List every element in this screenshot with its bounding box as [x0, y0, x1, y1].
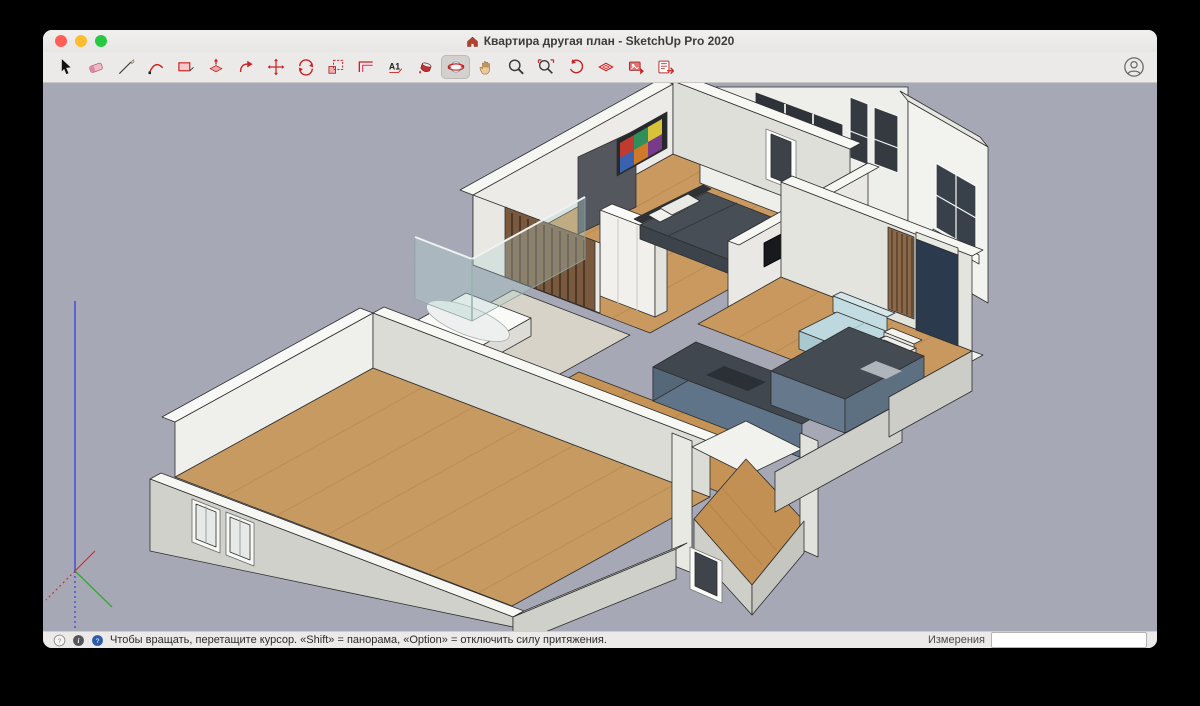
arc-icon [148, 63, 163, 75]
export-image-icon [628, 61, 644, 75]
window-title: Квартира другая план - SketchUp Pro 2020 [466, 34, 735, 48]
minimize-button[interactable] [75, 35, 87, 47]
question-circle-icon[interactable]: ? [91, 634, 104, 647]
pan-tool-button[interactable] [471, 55, 500, 79]
paint-bucket-tool-button[interactable] [411, 55, 440, 79]
previous-view-icon [569, 59, 583, 74]
send-to-layout-icon [657, 60, 674, 75]
zoom-extents-tool-button[interactable] [531, 55, 560, 79]
pan-icon [479, 61, 490, 75]
close-button[interactable] [55, 35, 67, 47]
offset-icon [358, 61, 373, 72]
zoom-icon [508, 59, 524, 75]
traffic-lights [55, 35, 107, 47]
info-circle-icon[interactable]: i [72, 634, 85, 647]
model-axes [45, 301, 113, 631]
eraser-icon [88, 62, 103, 73]
text-tool-button[interactable]: A1 [381, 55, 410, 79]
text-icon: A1 [388, 62, 402, 73]
sketchup-window: Квартира другая план - SketchUp Pro 2020… [43, 30, 1157, 648]
rectangle-icon [177, 62, 194, 72]
zoom-window-button[interactable] [95, 35, 107, 47]
status-hint: Чтобы вращать, перетащите курсор. «Shift… [110, 634, 607, 646]
scale-icon [328, 59, 343, 74]
svg-text:A1: A1 [388, 62, 399, 72]
measurements-label: Измерения [927, 634, 985, 646]
zoom-tool-button[interactable] [501, 55, 530, 79]
toolbar-tools: A1 [51, 55, 680, 79]
send-to-layout-tool-button[interactable] [651, 55, 680, 79]
push-pull-icon [208, 58, 223, 73]
orbit-tool-button[interactable] [441, 55, 470, 79]
svg-text:?: ? [58, 637, 62, 644]
offset-tool-button[interactable] [351, 55, 380, 79]
push-pull-tool-button[interactable] [201, 55, 230, 79]
apartment-model-canvas[interactable] [43, 83, 1157, 631]
svg-text:i: i [78, 637, 80, 644]
move-icon [267, 58, 284, 76]
orbit-icon [447, 61, 464, 73]
user-circle-icon [1124, 57, 1144, 77]
paint-bucket-icon [418, 62, 431, 74]
select-icon [61, 59, 71, 75]
section-plane-tool-button[interactable] [591, 55, 620, 79]
document-house-icon [466, 36, 478, 47]
follow-me-tool-button[interactable] [231, 55, 260, 79]
select-tool-button[interactable] [51, 55, 80, 79]
account-button[interactable] [1123, 56, 1145, 78]
line-icon [118, 59, 134, 75]
shower-glass [414, 236, 473, 322]
line-tool-button[interactable] [111, 55, 140, 79]
accent-wall [915, 238, 959, 347]
export-image-tool-button[interactable] [621, 55, 650, 79]
arc-tool-button[interactable] [141, 55, 170, 79]
apartment-model [45, 83, 989, 631]
svg-text:?: ? [96, 637, 100, 644]
previous-view-tool-button[interactable] [561, 55, 590, 79]
rotate-tool-button[interactable] [291, 55, 320, 79]
follow-me-icon [239, 60, 253, 73]
titlebar[interactable]: Квартира другая план - SketchUp Pro 2020 [43, 30, 1157, 52]
measurements-input[interactable] [991, 632, 1147, 648]
status-bar: ? i ? Чтобы вращать, перетащите курсор. … [43, 631, 1157, 648]
zoom-extents-icon [537, 59, 554, 74]
eraser-tool-button[interactable] [81, 55, 110, 79]
section-plane-icon [597, 62, 614, 72]
scale-tool-button[interactable] [321, 55, 350, 79]
rectangle-tool-button[interactable] [171, 55, 200, 79]
viewport-3d[interactable] [43, 83, 1157, 631]
screen: Квартира другая план - SketchUp Pro 2020… [0, 0, 1200, 706]
toolbar: A1 [43, 52, 1157, 83]
window-title-text: Квартира другая план - SketchUp Pro 2020 [483, 34, 735, 48]
move-tool-button[interactable] [261, 55, 290, 79]
help-circle-icon[interactable]: ? [53, 634, 66, 647]
rotate-icon [298, 59, 313, 76]
